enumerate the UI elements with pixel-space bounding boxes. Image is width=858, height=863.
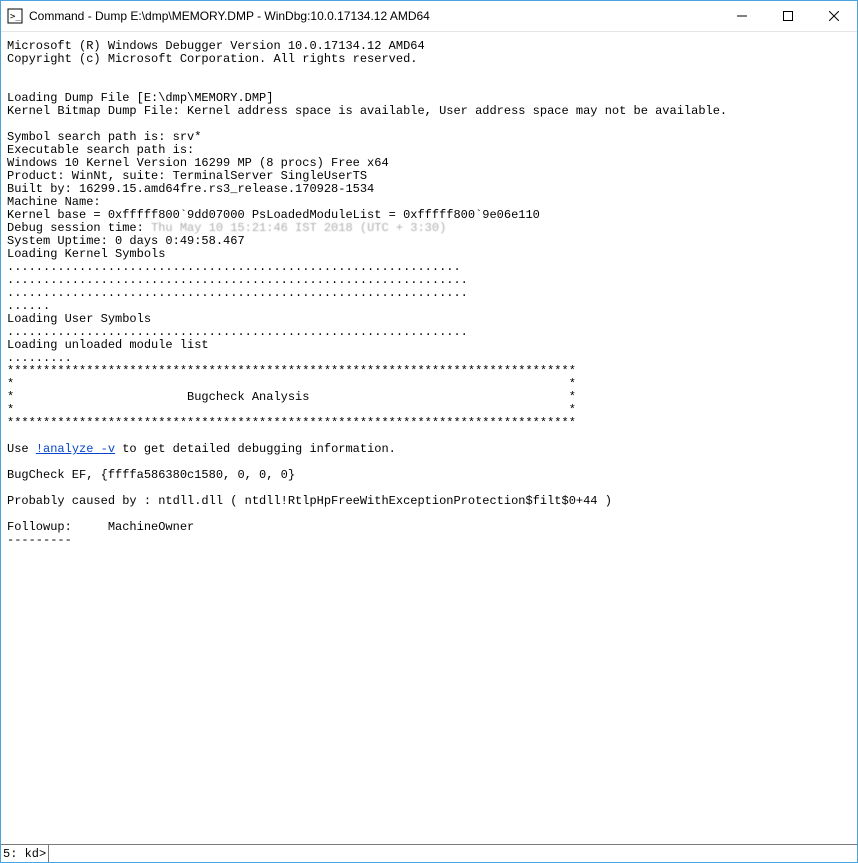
out-line: System Uptime: 0 days 0:49:58.467 [7,234,245,248]
out-line: Probably caused by : ntdll.dll ( ntdll!R… [7,494,612,508]
out-line: Followup: MachineOwner [7,520,194,534]
window-title: Command - Dump E:\dmp\MEMORY.DMP - WinDb… [29,9,719,23]
out-line: * * [7,403,576,417]
out-line: Microsoft (R) Windows Debugger Version 1… [7,39,425,53]
out-line: ........................................… [7,325,468,339]
out-line: * * [7,377,576,391]
out-line: Debug session time: [7,221,151,235]
out-line: BugCheck EF, {ffffa586380c1580, 0, 0, 0} [7,468,295,482]
out-line: ......... [7,351,72,365]
out-line: Loading unloaded module list [7,338,209,352]
out-line: ........................................… [7,273,468,287]
analyze-link[interactable]: !analyze -v [36,442,115,456]
output-area[interactable]: Microsoft (R) Windows Debugger Version 1… [1,32,857,844]
out-line: Kernel Bitmap Dump File: Kernel address … [7,104,727,118]
command-prompt-bar: 5: kd> [1,844,857,862]
redacted-timestamp: Thu May 10 15:21:46 IST 2018 (UTC + 3:30… [151,221,446,235]
out-line: to get detailed debugging information. [115,442,396,456]
out-line: Copyright (c) Microsoft Corporation. All… [7,52,417,66]
out-line: --------- [7,533,72,547]
out-line: Kernel base = 0xfffff800`9dd07000 PsLoad… [7,208,540,222]
out-line: ...... [7,299,50,313]
debugger-output: Microsoft (R) Windows Debugger Version 1… [7,40,851,547]
out-line: Machine Name: [7,195,101,209]
out-line: Symbol search path is: srv* [7,130,201,144]
prompt-label: 5: kd> [3,847,48,861]
command-input[interactable] [48,845,857,862]
maximize-button[interactable] [765,1,811,31]
out-line: Windows 10 Kernel Version 16299 MP (8 pr… [7,156,389,170]
close-button[interactable] [811,1,857,31]
windbg-command-window: >_ Command - Dump E:\dmp\MEMORY.DMP - Wi… [0,0,858,863]
out-line: * Bugcheck Analysis * [7,390,576,404]
out-line: ****************************************… [7,416,576,430]
out-line: Loading User Symbols [7,312,151,326]
app-icon: >_ [7,8,23,24]
out-line: Loading Dump File [E:\dmp\MEMORY.DMP] [7,91,273,105]
out-line: Use [7,442,36,456]
window-controls [719,1,857,31]
out-line: ........................................… [7,260,461,274]
out-line: Loading Kernel Symbols [7,247,165,261]
out-line: Product: WinNt, suite: TerminalServer Si… [7,169,367,183]
titlebar[interactable]: >_ Command - Dump E:\dmp\MEMORY.DMP - Wi… [1,1,857,32]
out-line: ........................................… [7,286,468,300]
out-line: ****************************************… [7,364,576,378]
out-line: Built by: 16299.15.amd64fre.rs3_release.… [7,182,374,196]
svg-text:>_: >_ [10,12,21,22]
out-line: Executable search path is: [7,143,201,157]
minimize-button[interactable] [719,1,765,31]
